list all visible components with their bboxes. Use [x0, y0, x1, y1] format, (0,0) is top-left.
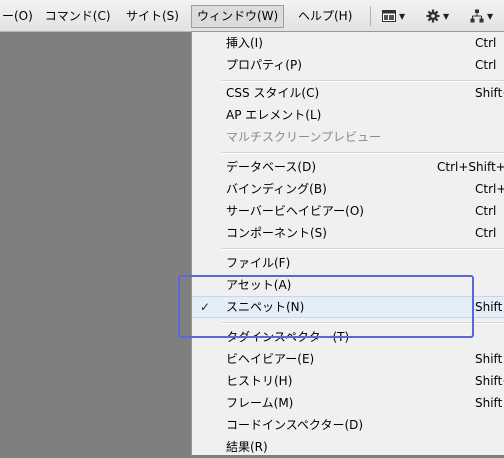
menu-item-label: フレーム(M) [226, 396, 294, 410]
highlight-frame [178, 275, 474, 338]
menu-item-ap-elements[interactable]: AP エレメント(L) [192, 104, 504, 126]
menu-item-label: ビヘイビアー(E) [226, 352, 315, 366]
menu-item-frames[interactable]: フレーム(M) Shift [192, 392, 504, 414]
menu-separator [222, 248, 504, 250]
menu-command[interactable]: ー(O) コマンド(C) [2, 6, 111, 27]
menu-item-label: バインディング(B) [226, 182, 327, 196]
menu-item-shortcut: Ctrl+Shift+ [437, 160, 504, 174]
menu-item-shortcut: Ctrl+ [475, 182, 504, 196]
menu-item-properties[interactable]: プロパティ(P) Ctrl [192, 54, 504, 76]
chevron-down-icon: ▼ [443, 11, 450, 21]
menu-item-label: ヒストリ(H) [226, 374, 293, 388]
menu-item-label: データベース(D) [226, 160, 317, 174]
menu-item-server-behaviors[interactable]: サーバービヘイビアー(O) Ctrl [192, 200, 504, 222]
menu-item-shortcut: Ctrl [475, 58, 497, 72]
menu-item-label: コードインスペクター(D) [226, 418, 364, 432]
chevron-down-icon: ▼ [487, 11, 494, 21]
menu-item-bindings[interactable]: バインディング(B) Ctrl+ [192, 178, 504, 200]
menu-item-insert[interactable]: 挿入(I) Ctrl [192, 32, 504, 54]
menu-item-label: CSS スタイル(C) [226, 86, 320, 100]
menu-window[interactable]: ウィンドウ(W) [191, 5, 285, 28]
menu-item-files[interactable]: ファイル(F) [192, 252, 504, 274]
menu-item-components[interactable]: コンポーネント(S) Ctrl [192, 222, 504, 244]
site-button[interactable]: ▼ [470, 6, 493, 26]
menu-item-code-inspector[interactable]: コードインスペクター(D) [192, 414, 504, 436]
window-menu-dropdown: 挿入(I) Ctrl プロパティ(P) Ctrl CSS スタイル(C) Shi… [191, 31, 504, 455]
settings-button[interactable]: ▼ [426, 6, 449, 26]
menu-item-shortcut: Shift [475, 352, 503, 366]
workspace-background [0, 32, 191, 455]
menu-item-css-styles[interactable]: CSS スタイル(C) Shift+ [192, 82, 504, 104]
chevron-down-icon: ▼ [399, 11, 406, 21]
site-icon [470, 9, 484, 23]
menu-item-label: マルチスクリーンプレビュー [226, 130, 382, 144]
menu-bar: ー(O) コマンド(C) サイト(S) ウィンドウ(W) ヘルプ(H) ▼ ▼ [0, 0, 504, 32]
menu-item-label: プロパティ(P) [226, 58, 302, 72]
menu-item-label: AP エレメント(L) [226, 108, 322, 122]
menu-item-label: 挿入(I) [226, 36, 263, 50]
menu-item-label: サーバービヘイビアー(O) [226, 204, 364, 218]
menu-help[interactable]: ヘルプ(H) [298, 6, 352, 27]
menu-site[interactable]: サイト(S) [126, 6, 179, 27]
menu-item-multiscreen-preview: マルチスクリーンプレビュー [192, 126, 504, 148]
menu-item-shortcut: Ctrl [475, 226, 497, 240]
layout-icon [382, 10, 396, 22]
menu-item-shortcut: Shift [475, 396, 503, 410]
toolbar-separator [370, 6, 371, 26]
menu-item-databases[interactable]: データベース(D) Ctrl+Shift+ [192, 156, 504, 178]
menu-item-shortcut: Ctrl [475, 36, 497, 50]
gear-icon [426, 9, 440, 23]
menu-item-label: コンポーネント(S) [226, 226, 327, 240]
menu-item-history[interactable]: ヒストリ(H) Shift+ [192, 370, 504, 392]
menu-separator [222, 152, 504, 154]
menu-item-shortcut: Ctrl [475, 204, 497, 218]
menu-item-label: ファイル(F) [226, 256, 291, 270]
menu-item-shortcut: Shift+ [475, 374, 504, 388]
menu-item-shortcut: Shift [475, 300, 503, 314]
layout-button[interactable]: ▼ [382, 6, 405, 26]
menu-item-shortcut: Shift+ [475, 86, 504, 100]
menu-item-behaviors[interactable]: ビヘイビアー(E) Shift [192, 348, 504, 370]
